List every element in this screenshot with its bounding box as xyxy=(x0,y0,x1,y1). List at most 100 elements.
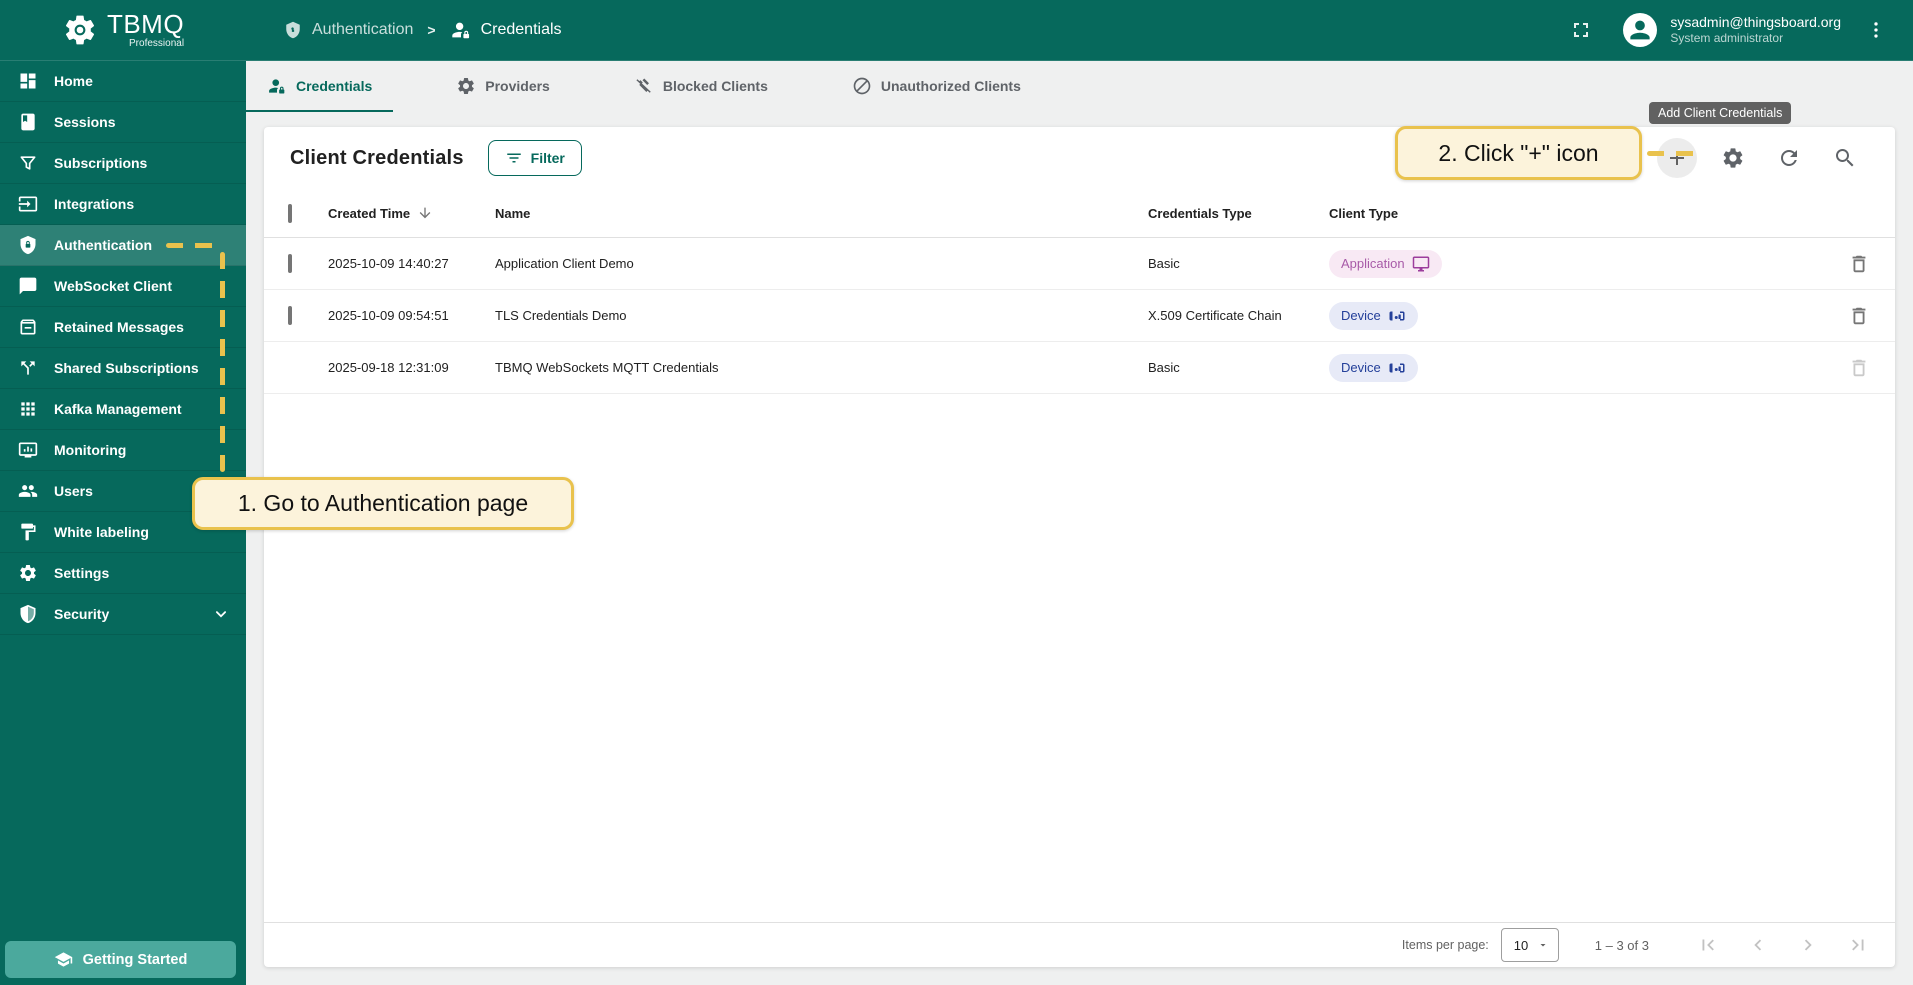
breadcrumb: Authentication > Credentials xyxy=(283,19,562,41)
sidebar-item-websocket-client[interactable]: WebSocket Client xyxy=(0,266,246,307)
sidebar-item-monitoring[interactable]: Monitoring xyxy=(0,430,246,471)
sidebar-item-kafka-management[interactable]: Kafka Management xyxy=(0,389,246,430)
table-row[interactable]: 2025-10-09 14:40:27 Application Client D… xyxy=(264,238,1895,290)
sidebar-item-subscriptions[interactable]: Subscriptions xyxy=(0,143,246,184)
column-header-client-type[interactable]: Client Type xyxy=(1329,206,1823,221)
brand-name: TBMQ xyxy=(107,11,184,37)
column-header-name[interactable]: Name xyxy=(495,206,1148,221)
sidebar-item-label: Subscriptions xyxy=(54,155,147,171)
page-size-select[interactable]: 10 xyxy=(1501,928,1559,962)
cell-name: TLS Credentials Demo xyxy=(495,308,1148,323)
sidebar-item-label: Home xyxy=(54,73,93,89)
tab-blocked-clients[interactable]: Blocked Clients xyxy=(613,61,789,112)
breadcrumb-credentials: Credentials xyxy=(450,19,562,41)
row-checkbox[interactable] xyxy=(288,306,292,325)
sidebar-item-home[interactable]: Home xyxy=(0,61,246,102)
table-header-row: Created Time Name Credentials Type Clien… xyxy=(264,189,1895,238)
previous-page-button[interactable] xyxy=(1743,930,1773,960)
dashboard-icon xyxy=(17,70,39,92)
tab-unauthorized-clients[interactable]: Unauthorized Clients xyxy=(831,61,1042,112)
trash-icon xyxy=(1848,253,1870,275)
person-key-icon xyxy=(450,19,472,41)
sidebar-item-sessions[interactable]: Sessions xyxy=(0,102,246,143)
client-type-chip-device: Device xyxy=(1329,354,1418,382)
breadcrumb-authentication[interactable]: Authentication xyxy=(283,20,413,40)
more-menu-button[interactable] xyxy=(1861,15,1891,45)
add-credentials-tooltip: Add Client Credentials xyxy=(1649,102,1791,124)
getting-started-button[interactable]: Getting Started xyxy=(5,941,236,978)
archive-icon xyxy=(17,316,39,338)
sidebar-item-security[interactable]: Security xyxy=(0,594,246,635)
tab-label: Credentials xyxy=(296,78,372,94)
table-toolbar xyxy=(1657,138,1865,178)
avatar[interactable] xyxy=(1623,13,1657,47)
first-page-button[interactable] xyxy=(1693,930,1723,960)
sidebar-item-shared-subscriptions[interactable]: Shared Subscriptions xyxy=(0,348,246,389)
input-icon xyxy=(17,193,39,215)
shield-icon xyxy=(17,603,39,625)
cell-credentials-type: Basic xyxy=(1148,360,1329,375)
breadcrumb-label: Credentials xyxy=(481,21,562,39)
fullscreen-button[interactable] xyxy=(1565,14,1597,46)
device-icon xyxy=(1388,359,1406,377)
tbmq-logo-icon xyxy=(62,12,98,48)
sidebar-item-label: Monitoring xyxy=(54,442,126,458)
select-all-checkbox[interactable] xyxy=(288,204,292,223)
table-row[interactable]: 2025-09-18 12:31:09 TBMQ WebSockets MQTT… xyxy=(264,342,1895,394)
sidebar-item-label: White labeling xyxy=(54,524,149,540)
sidebar-item-settings[interactable]: Settings xyxy=(0,553,246,594)
sidebar-item-label: Shared Subscriptions xyxy=(54,360,199,376)
cell-created-time: 2025-10-09 09:54:51 xyxy=(328,308,495,323)
user-email: sysadmin@thingsboard.org xyxy=(1670,14,1841,32)
search-button[interactable] xyxy=(1825,138,1865,178)
sidebar-item-label: Integrations xyxy=(54,196,134,212)
school-icon xyxy=(54,950,73,969)
trash-icon xyxy=(1848,305,1870,327)
credentials-table: Created Time Name Credentials Type Clien… xyxy=(264,189,1895,394)
tab-credentials[interactable]: Credentials xyxy=(246,61,393,112)
fullscreen-icon xyxy=(1569,18,1593,42)
cell-credentials-type: Basic xyxy=(1148,256,1329,271)
row-checkbox[interactable] xyxy=(288,254,292,273)
sidebar-item-integrations[interactable]: Integrations xyxy=(0,184,246,225)
sidebar-item-label: Security xyxy=(54,606,109,622)
getting-started-label: Getting Started xyxy=(83,952,188,968)
gear-icon xyxy=(456,76,476,96)
last-page-button[interactable] xyxy=(1843,930,1873,960)
shield-lock-icon xyxy=(17,234,39,256)
page-range-label: 1 – 3 of 3 xyxy=(1595,938,1649,953)
filter-list-icon xyxy=(505,149,523,167)
refresh-button[interactable] xyxy=(1769,138,1809,178)
sidebar-item-label: WebSocket Client xyxy=(54,278,172,294)
annotation-connector-step2 xyxy=(1647,151,1699,156)
split-arrow-icon xyxy=(17,357,39,379)
annotation-connector-step1-vertical xyxy=(220,252,225,472)
breadcrumb-separator: > xyxy=(427,22,435,38)
next-page-button[interactable] xyxy=(1793,930,1823,960)
annotation-step-1: 1. Go to Authentication page xyxy=(192,477,574,530)
add-credentials-button[interactable] xyxy=(1657,138,1697,178)
delete-row-button[interactable] xyxy=(1848,253,1870,275)
table-row[interactable]: 2025-10-09 09:54:51 TLS Credentials Demo… xyxy=(264,290,1895,342)
column-header-created-time[interactable]: Created Time xyxy=(328,206,410,221)
sort-desc-icon[interactable] xyxy=(417,205,433,221)
chat-bubble-icon xyxy=(17,275,39,297)
tab-label: Providers xyxy=(485,78,550,94)
filter-button[interactable]: Filter xyxy=(488,140,582,176)
monitor-chart-icon xyxy=(17,439,39,461)
tab-providers[interactable]: Providers xyxy=(435,61,571,112)
book-icon xyxy=(17,111,39,133)
sidebar-item-retained-messages[interactable]: Retained Messages xyxy=(0,307,246,348)
column-header-credentials-type[interactable]: Credentials Type xyxy=(1148,206,1329,221)
client-type-chip-device: Device xyxy=(1329,302,1418,330)
delete-row-button[interactable] xyxy=(1848,305,1870,327)
user-info[interactable]: sysadmin@thingsboard.org System administ… xyxy=(1670,14,1841,47)
sidebar-item-label: Authentication xyxy=(54,237,152,253)
people-icon xyxy=(17,480,39,502)
columns-settings-button[interactable] xyxy=(1713,138,1753,178)
sidebar-item-label: Settings xyxy=(54,565,109,581)
gear-icon xyxy=(17,562,39,584)
sidebar-item-label: Kafka Management xyxy=(54,401,182,417)
block-icon xyxy=(852,76,872,96)
client-type-chip-application: Application xyxy=(1329,250,1442,278)
